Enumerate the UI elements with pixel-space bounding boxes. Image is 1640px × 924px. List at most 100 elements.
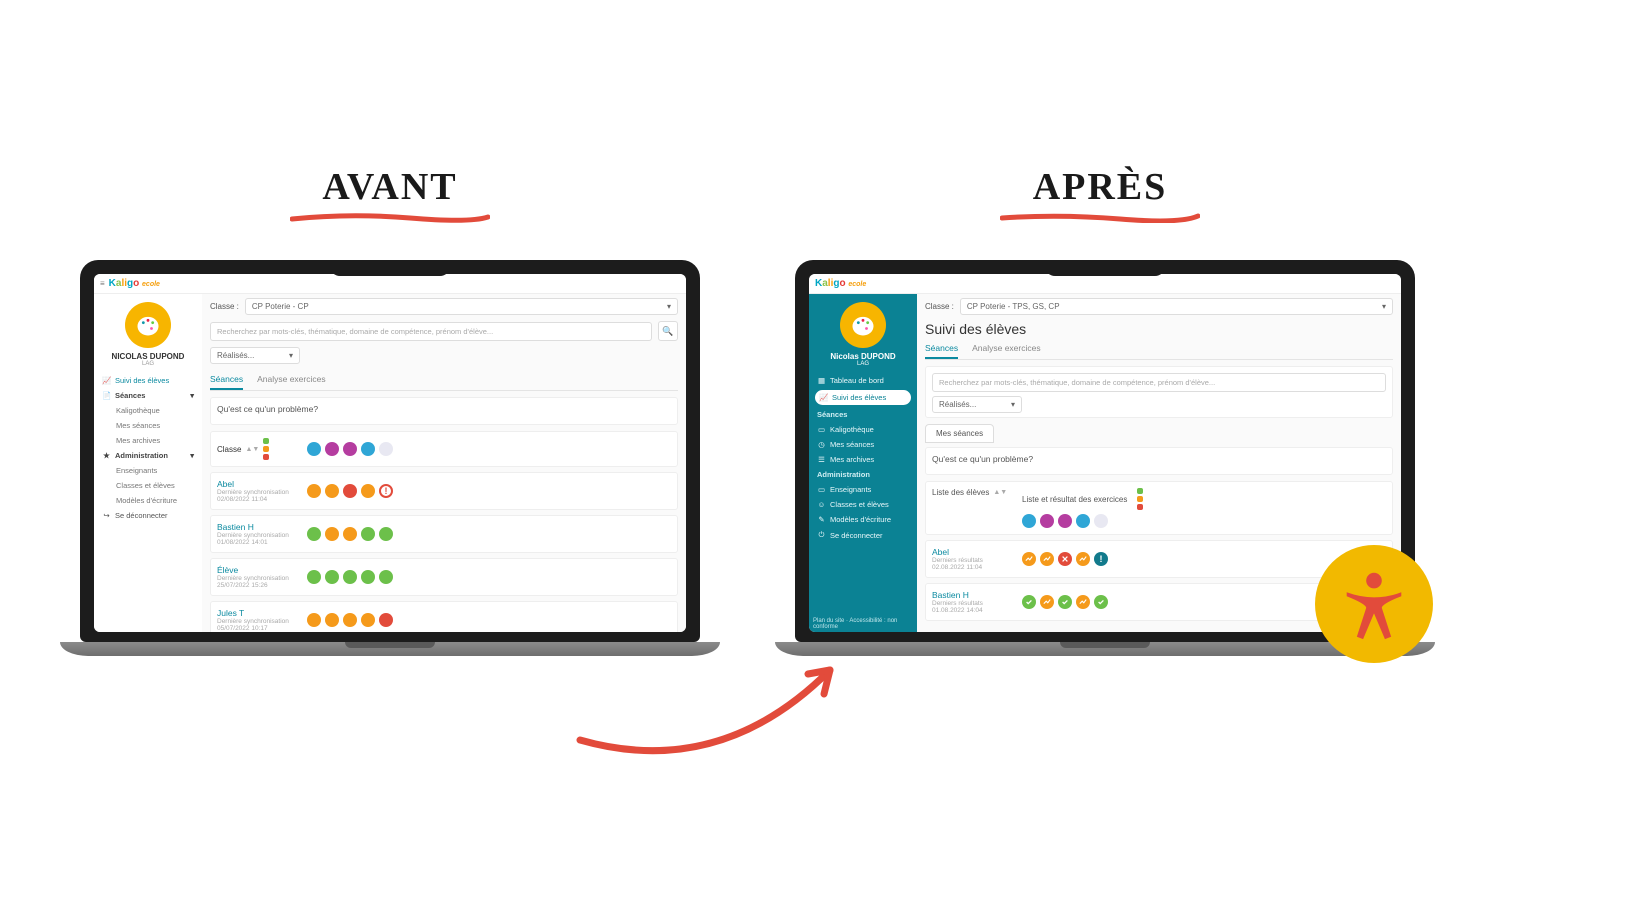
tab-seances[interactable]: Séances [925, 339, 958, 359]
chevron-down-icon: ▾ [1382, 302, 1386, 311]
nav-mes-seances[interactable]: ◷Mes séances [813, 437, 913, 452]
student-meta: Dernière synchronisation [217, 532, 299, 539]
nav-classes-eleves[interactable]: ☺Classes et élèves [813, 497, 913, 512]
hamburger-icon[interactable]: ≡ [100, 279, 105, 288]
nav-modeles-ecriture[interactable]: ✎Modèles d'écriture [813, 512, 913, 527]
student-meta: Dernière synchronisation [217, 618, 299, 625]
search-input[interactable]: Recherchez par mots-clés, thématique, do… [210, 322, 652, 341]
classe-label: Classe : [925, 302, 954, 311]
tab-analyse[interactable]: Analyse exercices [972, 339, 1041, 359]
nav-tableau[interactable]: ▦Tableau de bord [813, 373, 913, 388]
student-date: 01.08.2022 14:04 [932, 607, 1014, 614]
logout-icon: ↪ [102, 511, 111, 520]
student-row[interactable]: Élève Dernière synchronisation 25/07/202… [210, 558, 678, 596]
classe-select[interactable]: CP Poterie - TPS, GS, CP▾ [960, 298, 1393, 315]
nav-suivi[interactable]: 📈Suivi des élèves [98, 373, 198, 388]
screen-after: Kaligo ecole Nicolas DUPOND LAG ▦Tableau… [809, 274, 1401, 632]
nav-mes-archives[interactable]: ☰Mes archives [813, 452, 913, 467]
student-name: Jules T [217, 608, 299, 618]
search-input[interactable]: Recherchez par mots-clés, thématique, do… [932, 373, 1386, 392]
avatar [125, 302, 171, 348]
sort-icon[interactable]: ▲▼ [245, 446, 259, 453]
user-name: NICOLAS DUPOND [98, 352, 198, 361]
heading-before: AVANT [260, 165, 520, 209]
chart-icon: 📈 [102, 376, 111, 385]
chevron-down-icon: ▾ [1011, 400, 1015, 409]
star-icon: ★ [102, 451, 111, 460]
main-before: Classe : CP Poterie - CP▾ Recherchez par… [202, 294, 686, 632]
student-meta: Dernière synchronisation [217, 489, 299, 496]
notch [1045, 260, 1165, 276]
student-name: Abel [217, 479, 299, 489]
legend [1137, 488, 1143, 510]
sort-icon[interactable]: ▲▼ [993, 489, 1007, 496]
student-row[interactable]: Bastien H Dernière synchronisation 01/08… [210, 515, 678, 553]
sidebar-before: NICOLAS DUPOND LAG 📈Suivi des élèves 📄Sé… [94, 294, 202, 632]
topbar-before: ≡ Kaligo ecole [94, 274, 686, 294]
filter-select[interactable]: Réalisés...▾ [932, 396, 1022, 413]
page-title: Suivi des élèves [925, 321, 1393, 337]
transition-arrow [560, 640, 880, 760]
search-icon: 🔍 [662, 326, 673, 337]
sidebar-after: Nicolas DUPOND LAG ▦Tableau de bord 📈Sui… [809, 294, 917, 632]
student-date: 01/08/2022 14:01 [217, 539, 299, 546]
student-name: Abel [932, 547, 1014, 557]
footer-links[interactable]: Plan du site · Accessibilité : non confo… [813, 618, 917, 630]
underline-before [290, 210, 490, 220]
student-meta: Derniers résultats [932, 557, 1014, 564]
archive-icon: ☰ [817, 455, 826, 464]
search-button[interactable]: 🔍 [658, 321, 678, 341]
filter-select[interactable]: Réalisés...▾ [210, 347, 300, 364]
pill-mes-seances[interactable]: Mes séances [925, 424, 994, 443]
notch [330, 260, 450, 276]
ex-icons [307, 442, 393, 456]
header-row-before: Classe ▲▼ [210, 431, 678, 467]
student-name: Bastien H [932, 590, 1014, 600]
student-meta: Derniers résultats [932, 600, 1014, 607]
heading-after: APRÈS [970, 165, 1230, 209]
chart-icon: 📈 [819, 393, 828, 402]
file-icon: 📄 [102, 391, 111, 400]
tabs: Séances Analyse exercices [210, 370, 678, 391]
student-meta: Dernière synchronisation [217, 575, 299, 582]
alert-icon: ! [379, 484, 393, 498]
pen-icon: ✎ [817, 515, 826, 524]
nav-seances[interactable]: 📄Séances▾ [98, 388, 198, 403]
tab-analyse[interactable]: Analyse exercices [257, 370, 326, 390]
nav-modeles-ecriture[interactable]: Modèles d'écriture [98, 493, 198, 508]
nav-administration[interactable]: ★Administration▾ [98, 448, 198, 463]
legend [263, 438, 269, 460]
panel-title: Qu'est ce qu'un problème? [932, 454, 1386, 464]
brand-logo: Kaligo ecole [815, 278, 866, 289]
nav-enseignants[interactable]: ▭Enseignants [813, 482, 913, 497]
student-row[interactable]: Abel Dernière synchronisation 02/08/2022… [210, 472, 678, 510]
screen-before: ≡ Kaligo ecole NICOLAS DUPOND LAG 📈Suivi… [94, 274, 686, 632]
logout-icon: ⏻ [817, 530, 826, 540]
info-icon: ! [1094, 552, 1108, 566]
nav-enseignants[interactable]: Enseignants [98, 463, 198, 478]
panel-probleme: Qu'est ce qu'un problème? [925, 447, 1393, 475]
underline-after [1000, 210, 1200, 220]
nav-suivi[interactable]: 📈Suivi des élèves [815, 390, 911, 405]
col-classe: Classe [217, 445, 241, 454]
user-sub: LAG [98, 361, 198, 367]
nav-logout[interactable]: ⏻Se déconnecter [813, 527, 913, 543]
nav-admin-section: Administration [813, 467, 913, 482]
nav-classes-eleves[interactable]: Classes et élèves [98, 478, 198, 493]
id-icon: ▭ [817, 485, 826, 494]
user-sub: LAG [813, 361, 913, 367]
nav-kaligotheque[interactable]: Kaligothèque [98, 403, 198, 418]
student-name: Élève [217, 565, 299, 575]
nav-mes-seances[interactable]: Mes séances [98, 418, 198, 433]
panel-probleme: Qu'est ce qu'un problème? [210, 397, 678, 425]
panel-title: Qu'est ce qu'un problème? [217, 404, 671, 414]
classe-label: Classe : [210, 302, 239, 311]
tab-seances[interactable]: Séances [210, 370, 243, 390]
users-icon: ☺ [817, 500, 826, 509]
tabs: Séances Analyse exercices [925, 339, 1393, 360]
nav-mes-archives[interactable]: Mes archives [98, 433, 198, 448]
student-row[interactable]: Jules T Dernière synchronisation 05/07/2… [210, 601, 678, 632]
classe-select[interactable]: CP Poterie - CP▾ [245, 298, 678, 315]
nav-logout[interactable]: ↪Se déconnecter [98, 508, 198, 523]
nav-kaligotheque[interactable]: ▭Kaligothèque [813, 422, 913, 437]
